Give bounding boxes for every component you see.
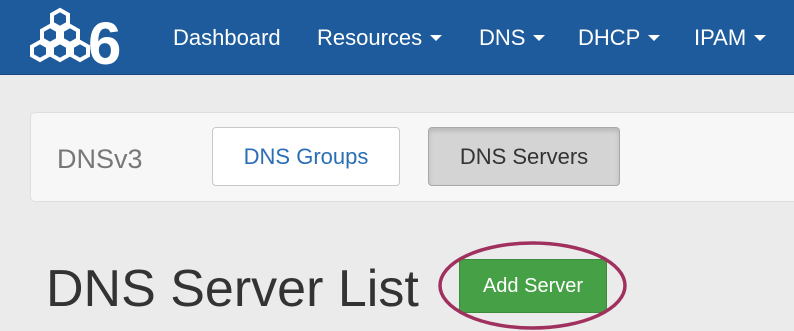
dns-servers-button[interactable]: DNS Servers [428, 127, 620, 186]
app-logo[interactable]: 6 [24, 4, 144, 77]
nav-ipam-label: IPAM [694, 25, 747, 50]
add-server-button[interactable]: Add Server [459, 259, 607, 313]
caret-down-icon [533, 35, 546, 42]
nav-dns-dropdown[interactable]: DNS [479, 24, 546, 52]
nav-ipam-dropdown[interactable]: IPAM [694, 24, 767, 52]
dns-groups-button[interactable]: DNS Groups [212, 127, 400, 186]
page-title: DNS Server List [46, 260, 419, 318]
nav-dns-label: DNS [479, 25, 526, 50]
nav-resources-label: Resources [317, 25, 423, 50]
logo-number: 6 [88, 10, 121, 72]
top-navbar: 6 Dashboard Resources DNS DHCP IPAM [0, 0, 794, 77]
caret-down-icon [430, 35, 443, 42]
subnav-brand: DNSv3 [57, 144, 143, 174]
caret-down-icon [648, 35, 661, 42]
nav-resources-dropdown[interactable]: Resources [317, 24, 443, 52]
hexagon-logo-icon: 6 [30, 7, 121, 77]
nav-dhcp-dropdown[interactable]: DHCP [578, 24, 661, 52]
nav-dashboard[interactable]: Dashboard [173, 24, 281, 52]
nav-dashboard-label: Dashboard [173, 25, 281, 50]
nav-dhcp-label: DHCP [578, 25, 641, 50]
dns-subnav: DNSv3 DNS Groups DNS Servers [30, 112, 794, 202]
caret-down-icon [754, 35, 767, 42]
